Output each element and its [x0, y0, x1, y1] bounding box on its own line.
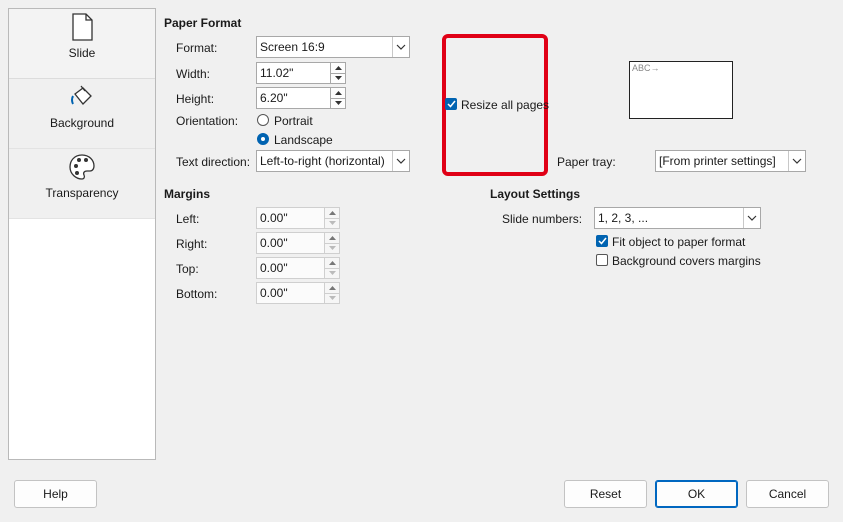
background-covers-margins-label[interactable]: Background covers margins — [612, 254, 761, 268]
triangle-down-icon — [328, 221, 336, 226]
ok-button[interactable]: OK — [655, 480, 738, 508]
slide-numbers-label: Slide numbers: — [502, 212, 583, 226]
spin-up-button[interactable] — [330, 62, 346, 74]
slide-page-icon — [72, 13, 93, 41]
margin-top-spinbox[interactable]: 0.00" — [256, 257, 340, 279]
checkmark-icon — [446, 100, 456, 108]
paper-tray-label: Paper tray: — [557, 155, 616, 169]
margin-left-label: Left: — [176, 212, 200, 226]
spin-up-button[interactable] — [324, 207, 340, 219]
format-value: Screen 16:9 — [260, 40, 325, 54]
triangle-down-icon — [334, 101, 342, 106]
page-preview: ABC→ — [629, 61, 733, 119]
chevron-down-icon — [788, 151, 805, 171]
spin-down-button[interactable] — [330, 98, 346, 109]
text-direction-value: Left-to-right (horizontal) — [260, 154, 385, 168]
triangle-up-icon — [328, 260, 336, 265]
spin-down-button[interactable] — [324, 268, 340, 279]
format-select[interactable]: Screen 16:9 — [256, 36, 410, 58]
chevron-down-icon — [392, 37, 409, 57]
paper-tray-value: [From printer settings] — [659, 154, 776, 168]
height-field[interactable]: 6.20" — [256, 87, 330, 109]
landscape-label[interactable]: Landscape — [274, 133, 333, 147]
fit-object-label[interactable]: Fit object to paper format — [612, 235, 745, 249]
paper-format-heading: Paper Format — [164, 16, 242, 30]
triangle-up-icon — [328, 235, 336, 240]
preview-text: ABC→ — [632, 63, 660, 73]
portrait-label[interactable]: Portrait — [274, 114, 313, 128]
margin-left-field[interactable]: 0.00" — [256, 207, 324, 229]
margin-top-label: Top: — [176, 262, 199, 276]
spin-up-button[interactable] — [330, 87, 346, 99]
margin-top-field[interactable]: 0.00" — [256, 257, 324, 279]
chevron-down-icon — [392, 151, 409, 171]
spin-up-button[interactable] — [324, 282, 340, 294]
width-field[interactable]: 11.02" — [256, 62, 330, 84]
checkmark-icon — [597, 237, 607, 245]
spin-up-button[interactable] — [324, 257, 340, 269]
height-spinbox[interactable]: 6.20" — [256, 87, 346, 109]
spin-down-button[interactable] — [324, 243, 340, 254]
margins-heading: Margins — [164, 187, 211, 201]
spin-down-button[interactable] — [324, 218, 340, 229]
nav-item-slide[interactable]: Slide — [9, 9, 155, 79]
cancel-button[interactable]: Cancel — [746, 480, 829, 508]
background-covers-margins-checkbox[interactable] — [596, 254, 608, 266]
width-label: Width: — [176, 67, 211, 81]
category-sidebar: Slide Background Transparency — [8, 8, 156, 460]
orientation-label: Orientation: — [176, 114, 239, 128]
nav-item-label: Slide — [68, 46, 96, 60]
triangle-up-icon — [328, 285, 336, 290]
resize-all-pages-checkbox[interactable] — [445, 98, 457, 110]
portrait-radio[interactable] — [257, 114, 269, 126]
triangle-up-icon — [334, 65, 342, 70]
nav-item-label: Transparency — [45, 186, 119, 200]
spin-down-button[interactable] — [324, 293, 340, 304]
paint-bucket-icon — [71, 85, 92, 105]
spin-down-button[interactable] — [330, 73, 346, 84]
nav-item-background[interactable]: Background — [9, 79, 155, 149]
triangle-down-icon — [328, 296, 336, 301]
help-button[interactable]: Help — [14, 480, 97, 508]
spin-up-button[interactable] — [324, 232, 340, 244]
slide-numbers-select[interactable]: 1, 2, 3, ... — [594, 207, 761, 229]
reset-button[interactable]: Reset — [564, 480, 647, 508]
resize-all-pages-label[interactable]: Resize all pages — [461, 98, 549, 112]
margin-right-spinbox[interactable]: 0.00" — [256, 232, 340, 254]
margin-bottom-label: Bottom: — [176, 287, 218, 301]
triangle-up-icon — [328, 210, 336, 215]
text-direction-select[interactable]: Left-to-right (horizontal) — [256, 150, 410, 172]
width-spinbox[interactable]: 11.02" — [256, 62, 346, 84]
margin-bottom-spinbox[interactable]: 0.00" — [256, 282, 340, 304]
margin-right-field[interactable]: 0.00" — [256, 232, 324, 254]
height-label: Height: — [176, 92, 215, 106]
margin-bottom-field[interactable]: 0.00" — [256, 282, 324, 304]
landscape-radio[interactable] — [257, 133, 269, 145]
paper-tray-select[interactable]: [From printer settings] — [655, 150, 806, 172]
margin-left-spinbox[interactable]: 0.00" — [256, 207, 340, 229]
chevron-down-icon — [743, 208, 760, 228]
triangle-down-icon — [328, 246, 336, 251]
format-label: Format: — [176, 41, 218, 55]
layout-settings-heading: Layout Settings — [490, 187, 581, 201]
triangle-up-icon — [334, 90, 342, 95]
nav-item-transparency[interactable]: Transparency — [9, 149, 155, 219]
slide-numbers-value: 1, 2, 3, ... — [598, 211, 649, 225]
triangle-down-icon — [334, 76, 342, 81]
text-direction-label: Text direction: — [176, 155, 251, 169]
palette-icon — [69, 154, 95, 180]
margin-right-label: Right: — [176, 237, 208, 251]
fit-object-checkbox[interactable] — [596, 235, 608, 247]
nav-item-label: Background — [49, 116, 115, 130]
triangle-down-icon — [328, 271, 336, 276]
